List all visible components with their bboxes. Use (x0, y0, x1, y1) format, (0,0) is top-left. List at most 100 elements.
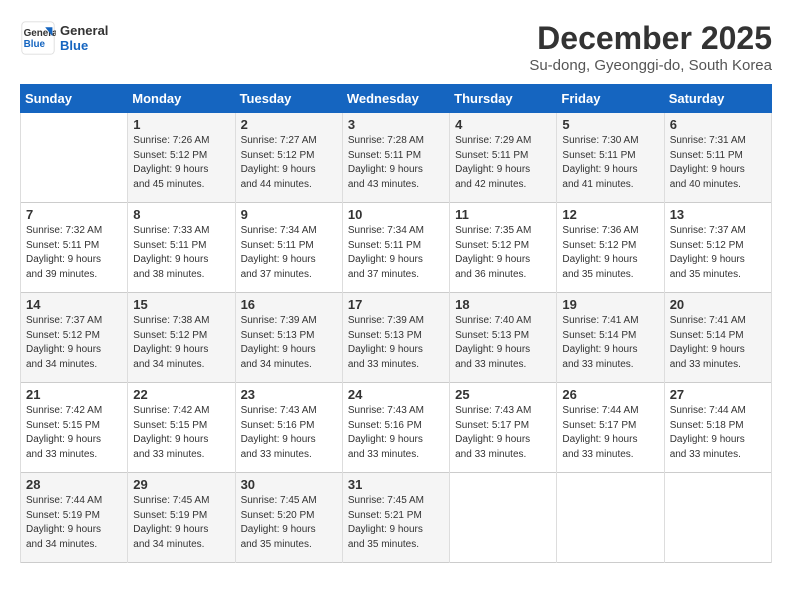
calendar-subtitle: Su-dong, Gyeonggi-do, South Korea (529, 57, 772, 74)
day-number: 28 (26, 477, 122, 492)
calendar-cell: 23 Sunrise: 7:43 AM Sunset: 5:16 PM Dayli… (235, 383, 342, 473)
day-info: Sunrise: 7:45 AM Sunset: 5:21 PM Dayligh… (348, 494, 444, 552)
day-info: Sunrise: 7:37 AM Sunset: 5:12 PM Dayligh… (670, 224, 766, 282)
week-row-2: 7Sunrise: 7:32 AM Sunset: 5:11 PM Daylig… (21, 203, 772, 293)
day-number: 19 (562, 297, 658, 312)
day-info: Sunrise: 7:40 AM Sunset: 5:13 PM Dayligh… (455, 314, 551, 372)
header-sunday: Sunday (21, 85, 128, 113)
calendar-cell: 4 Sunrise: 7:29 AM Sunset: 5:11 PM Daylig… (450, 113, 557, 203)
calendar-cell: 21 Sunrise: 7:42 AM Sunset: 5:15 PM Dayli… (21, 383, 128, 473)
page-header: General Blue General Blue December 2025 … (20, 20, 772, 74)
week-row-1: 1 Sunrise: 7:26 AM Sunset: 5:12 PM Daylig… (21, 113, 772, 203)
week-row-3: 14Sunrise: 7:37 AM Sunset: 5:12 PM Dayli… (21, 293, 772, 383)
day-number: 13 (670, 207, 766, 222)
calendar-cell: 29Sunrise: 7:45 AM Sunset: 5:19 PM Dayli… (128, 473, 235, 563)
calendar-cell: 13 Sunrise: 7:37 AM Sunset: 5:12 PM Dayli… (664, 203, 771, 293)
day-number: 20 (670, 297, 766, 312)
day-number: 1 (133, 117, 229, 132)
day-info: Sunrise: 7:36 AM Sunset: 5:12 PM Dayligh… (562, 224, 658, 282)
calendar-cell: 14Sunrise: 7:37 AM Sunset: 5:12 PM Dayli… (21, 293, 128, 383)
calendar-cell: 6 Sunrise: 7:31 AM Sunset: 5:11 PM Daylig… (664, 113, 771, 203)
calendar-cell: 2Sunrise: 7:27 AM Sunset: 5:12 PM Daylig… (235, 113, 342, 203)
day-number: 9 (241, 207, 337, 222)
day-number: 5 (562, 117, 658, 132)
day-number: 17 (348, 297, 444, 312)
calendar-cell (450, 473, 557, 563)
day-number: 30 (241, 477, 337, 492)
day-info: Sunrise: 7:28 AM Sunset: 5:11 PM Dayligh… (348, 134, 444, 192)
day-info: Sunrise: 7:43 AM Sunset: 5:17 PM Dayligh… (455, 404, 551, 462)
day-number: 23 (241, 387, 337, 402)
day-number: 31 (348, 477, 444, 492)
day-number: 27 (670, 387, 766, 402)
svg-text:Blue: Blue (24, 39, 46, 50)
day-number: 6 (670, 117, 766, 132)
day-info: Sunrise: 7:33 AM Sunset: 5:11 PM Dayligh… (133, 224, 229, 282)
calendar-cell: 16 Sunrise: 7:39 AM Sunset: 5:13 PM Dayli… (235, 293, 342, 383)
day-info: Sunrise: 7:43 AM Sunset: 5:16 PM Dayligh… (241, 404, 337, 462)
calendar-header-row: SundayMondayTuesdayWednesdayThursdayFrid… (21, 85, 772, 113)
logo-line1: General (60, 23, 108, 38)
day-number: 25 (455, 387, 551, 402)
calendar-cell: 30 Sunrise: 7:45 AM Sunset: 5:20 PM Dayli… (235, 473, 342, 563)
calendar-cell: 24 Sunrise: 7:43 AM Sunset: 5:16 PM Dayli… (342, 383, 449, 473)
day-info: Sunrise: 7:26 AM Sunset: 5:12 PM Dayligh… (133, 134, 229, 192)
calendar-cell: 8Sunrise: 7:33 AM Sunset: 5:11 PM Daylig… (128, 203, 235, 293)
logo: General Blue General Blue (20, 20, 108, 56)
header-tuesday: Tuesday (235, 85, 342, 113)
day-info: Sunrise: 7:45 AM Sunset: 5:20 PM Dayligh… (241, 494, 337, 552)
calendar-cell: 9 Sunrise: 7:34 AM Sunset: 5:11 PM Daylig… (235, 203, 342, 293)
logo-icon: General Blue (20, 20, 56, 56)
day-number: 26 (562, 387, 658, 402)
day-info: Sunrise: 7:39 AM Sunset: 5:13 PM Dayligh… (241, 314, 337, 372)
day-info: Sunrise: 7:44 AM Sunset: 5:17 PM Dayligh… (562, 404, 658, 462)
calendar-cell: 28Sunrise: 7:44 AM Sunset: 5:19 PM Dayli… (21, 473, 128, 563)
calendar-table: SundayMondayTuesdayWednesdayThursdayFrid… (20, 84, 772, 563)
day-number: 4 (455, 117, 551, 132)
header-wednesday: Wednesday (342, 85, 449, 113)
day-info: Sunrise: 7:39 AM Sunset: 5:13 PM Dayligh… (348, 314, 444, 372)
day-number: 22 (133, 387, 229, 402)
calendar-cell: 15 Sunrise: 7:38 AM Sunset: 5:12 PM Dayli… (128, 293, 235, 383)
calendar-cell: 25 Sunrise: 7:43 AM Sunset: 5:17 PM Dayli… (450, 383, 557, 473)
calendar-cell: 7Sunrise: 7:32 AM Sunset: 5:11 PM Daylig… (21, 203, 128, 293)
day-number: 7 (26, 207, 122, 222)
header-friday: Friday (557, 85, 664, 113)
calendar-cell: 3Sunrise: 7:28 AM Sunset: 5:11 PM Daylig… (342, 113, 449, 203)
calendar-cell: 1 Sunrise: 7:26 AM Sunset: 5:12 PM Daylig… (128, 113, 235, 203)
day-number: 15 (133, 297, 229, 312)
day-info: Sunrise: 7:42 AM Sunset: 5:15 PM Dayligh… (26, 404, 122, 462)
logo-line2: Blue (60, 38, 108, 53)
day-number: 16 (241, 297, 337, 312)
calendar-cell: 10 Sunrise: 7:34 AM Sunset: 5:11 PM Dayli… (342, 203, 449, 293)
day-info: Sunrise: 7:38 AM Sunset: 5:12 PM Dayligh… (133, 314, 229, 372)
week-row-5: 28Sunrise: 7:44 AM Sunset: 5:19 PM Dayli… (21, 473, 772, 563)
calendar-cell: 12 Sunrise: 7:36 AM Sunset: 5:12 PM Dayli… (557, 203, 664, 293)
day-number: 18 (455, 297, 551, 312)
day-info: Sunrise: 7:29 AM Sunset: 5:11 PM Dayligh… (455, 134, 551, 192)
day-number: 11 (455, 207, 551, 222)
day-info: Sunrise: 7:34 AM Sunset: 5:11 PM Dayligh… (348, 224, 444, 282)
header-thursday: Thursday (450, 85, 557, 113)
day-number: 29 (133, 477, 229, 492)
title-block: December 2025 Su-dong, Gyeonggi-do, Sout… (529, 20, 772, 74)
calendar-cell: 27 Sunrise: 7:44 AM Sunset: 5:18 PM Dayli… (664, 383, 771, 473)
day-info: Sunrise: 7:34 AM Sunset: 5:11 PM Dayligh… (241, 224, 337, 282)
day-number: 10 (348, 207, 444, 222)
day-info: Sunrise: 7:31 AM Sunset: 5:11 PM Dayligh… (670, 134, 766, 192)
calendar-cell: 18 Sunrise: 7:40 AM Sunset: 5:13 PM Dayli… (450, 293, 557, 383)
day-number: 24 (348, 387, 444, 402)
calendar-cell (21, 113, 128, 203)
week-row-4: 21 Sunrise: 7:42 AM Sunset: 5:15 PM Dayli… (21, 383, 772, 473)
calendar-cell (557, 473, 664, 563)
calendar-cell (664, 473, 771, 563)
day-info: Sunrise: 7:41 AM Sunset: 5:14 PM Dayligh… (670, 314, 766, 372)
calendar-cell: 20 Sunrise: 7:41 AM Sunset: 5:14 PM Dayli… (664, 293, 771, 383)
calendar-title: December 2025 (529, 20, 772, 57)
header-monday: Monday (128, 85, 235, 113)
day-number: 12 (562, 207, 658, 222)
day-number: 21 (26, 387, 122, 402)
day-info: Sunrise: 7:43 AM Sunset: 5:16 PM Dayligh… (348, 404, 444, 462)
calendar-cell: 22Sunrise: 7:42 AM Sunset: 5:15 PM Dayli… (128, 383, 235, 473)
day-info: Sunrise: 7:44 AM Sunset: 5:18 PM Dayligh… (670, 404, 766, 462)
